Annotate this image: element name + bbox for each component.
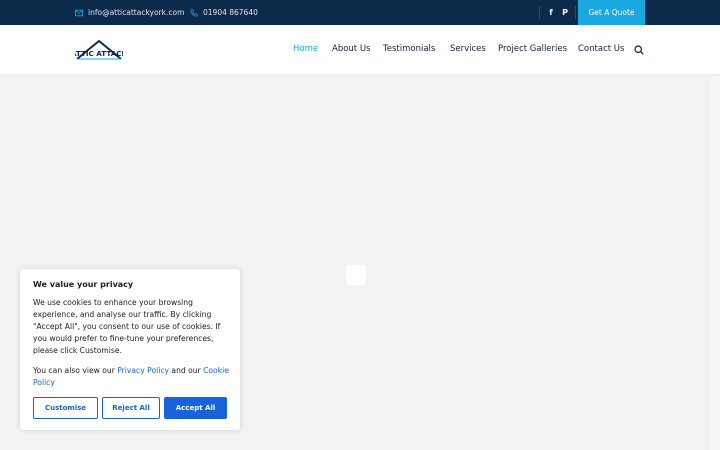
reject-all-button[interactable]: Reject All (102, 397, 160, 419)
divider (539, 6, 540, 19)
pinterest-icon[interactable]: P (558, 0, 572, 25)
scrollbar[interactable] (710, 76, 720, 450)
view-prefix: You can also view our (33, 366, 118, 375)
nav-project-galleries[interactable]: Project Galleries (498, 44, 567, 54)
cookie-title: We value your privacy (33, 280, 134, 289)
search-icon[interactable] (634, 45, 644, 55)
accept-all-button[interactable]: Accept All (164, 397, 227, 419)
get-a-quote-button[interactable]: Get A Quote (578, 0, 645, 25)
nav-home[interactable]: Home (293, 44, 318, 54)
cookie-description: We use cookies to enhance your browsing … (33, 298, 221, 355)
main-header: ATTIC ATTACK Home About Us Testimonials … (0, 25, 720, 75)
envelope-icon (75, 9, 83, 16)
phone-text[interactable]: 01904 867640 (203, 8, 258, 17)
cookie-policy-text: You can also view our Privacy Policy and… (33, 365, 233, 389)
loading-spinner (346, 265, 366, 285)
divider (575, 6, 576, 19)
nav-contact-us[interactable]: Contact Us (578, 44, 624, 54)
email-contact[interactable]: info@atticattackyork.com (75, 0, 184, 25)
view-mid: and our (169, 366, 204, 375)
logo-text: ATTIC ATTACK (75, 49, 123, 58)
customise-button[interactable]: Customise (33, 397, 98, 419)
email-text[interactable]: info@atticattackyork.com (88, 8, 184, 17)
privacy-policy-link[interactable]: Privacy Policy (117, 366, 169, 375)
nav-services[interactable]: Services (450, 44, 486, 54)
attic-attack-logo[interactable]: ATTIC ATTACK (75, 38, 123, 62)
cookie-consent-panel: We value your privacy We use cookies to … (20, 269, 240, 430)
phone-icon (190, 8, 198, 17)
nav-testimonials[interactable]: Testimonials (383, 44, 435, 54)
nav-about-us[interactable]: About Us (332, 44, 370, 54)
top-bar: info@atticattackyork.com 01904 867640 f … (0, 0, 720, 25)
facebook-icon[interactable]: f (544, 0, 558, 25)
phone-contact[interactable]: 01904 867640 (190, 0, 258, 25)
